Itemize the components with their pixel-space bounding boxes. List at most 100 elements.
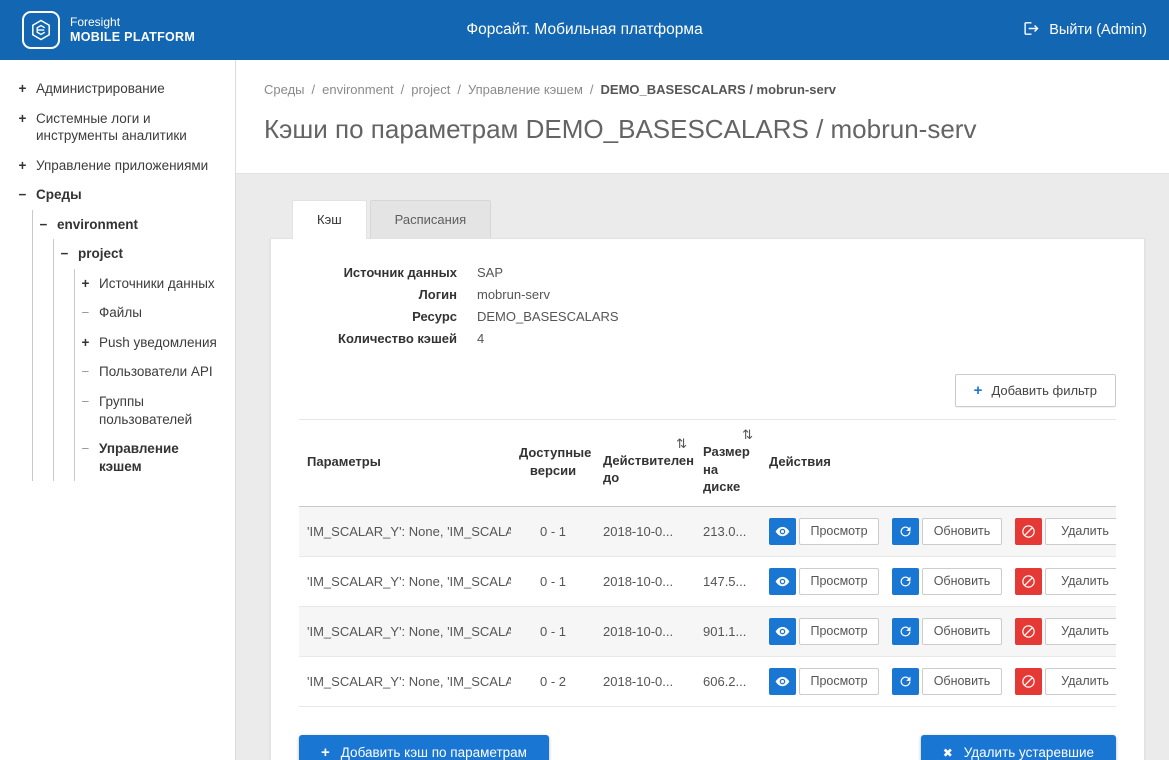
table-row: 'IM_SCALAR_Y': None, 'IM_SCALA... 0 - 2 … (299, 656, 1116, 706)
logo-product: MOBILE PLATFORM (70, 30, 195, 46)
sort-icon[interactable]: ⇅ (703, 428, 753, 441)
sidebar-item-api-users[interactable]: − Пользователи API (75, 357, 229, 387)
cancel-icon (1021, 574, 1036, 589)
refresh-button[interactable]: Обновить (922, 618, 1002, 645)
column-header-disk-size[interactable]: ⇅ Размер на диске (695, 420, 761, 507)
cache-info: Источник данных SAP Логин mobrun-serv Ре… (299, 265, 1116, 346)
content: Кэш Расписания Источник данных SAP Логин… (236, 174, 1169, 760)
delete-icon-button[interactable] (1015, 618, 1042, 645)
breadcrumb-cache-management[interactable]: Управление кэшем (468, 82, 583, 97)
cell-valid-until: 2018-10-0... (595, 656, 695, 706)
refresh-button[interactable]: Обновить (922, 668, 1002, 695)
view-button[interactable]: Просмотр (799, 568, 879, 595)
delete-icon-button[interactable] (1015, 568, 1042, 595)
tree-branch-icon: − (79, 304, 92, 322)
breadcrumb-environments[interactable]: Среды (264, 82, 305, 97)
refresh-button[interactable]: Обновить (922, 568, 1002, 595)
view-icon-button[interactable] (769, 618, 796, 645)
add-cache-button[interactable]: + Добавить кэш по параметрам (299, 735, 549, 760)
refresh-icon (898, 674, 913, 689)
sidebar-item-user-groups[interactable]: − Группы пользователей (75, 387, 229, 434)
cell-size: 147.5... (695, 556, 761, 606)
view-icon-button[interactable] (769, 568, 796, 595)
page-head: Среды / environment / project / Управлен… (236, 60, 1169, 174)
sidebar-item-administration[interactable]: + Администрирование (12, 74, 229, 104)
cell-parameters: 'IM_SCALAR_Y': None, 'IM_SCALA... (299, 506, 511, 556)
sidebar-item-push-notifications[interactable]: + Push уведомления (75, 328, 229, 358)
sidebar-item-cache-management[interactable]: − Управление кэшем (75, 434, 229, 481)
breadcrumb-separator: / (401, 82, 405, 97)
refresh-icon-button[interactable] (892, 568, 919, 595)
view-button[interactable]: Просмотр (799, 618, 879, 645)
sort-icon[interactable]: ⇅ (603, 437, 687, 450)
eye-icon (775, 574, 790, 589)
sidebar-item-environment[interactable]: − environment (33, 210, 229, 240)
sidebar-item-files[interactable]: − Файлы (75, 298, 229, 328)
eye-icon (775, 674, 790, 689)
tabs: Кэш Расписания (292, 200, 1145, 238)
tab-cache[interactable]: Кэш (292, 200, 367, 239)
refresh-button[interactable]: Обновить (922, 518, 1002, 545)
tree-branch-icon: − (79, 440, 92, 458)
sidebar-item-system-logs[interactable]: + Системные логи и инструменты аналитики (12, 104, 229, 151)
foresight-logo-icon (22, 11, 60, 49)
view-icon-button[interactable] (769, 518, 796, 545)
column-header-versions: Доступные версии (511, 420, 595, 507)
cancel-icon (1021, 524, 1036, 539)
cross-icon: ✖ (943, 747, 953, 759)
collapse-minus-icon[interactable]: − (16, 186, 29, 204)
cell-parameters: 'IM_SCALAR_Y': None, 'IM_SCALA... (299, 656, 511, 706)
breadcrumb-separator: / (312, 82, 316, 97)
info-label-datasource: Источник данных (299, 265, 457, 280)
expand-plus-icon[interactable]: + (16, 157, 29, 175)
collapse-minus-icon[interactable]: − (58, 245, 71, 263)
view-icon-button[interactable] (769, 668, 796, 695)
view-button[interactable]: Просмотр (799, 668, 879, 695)
logout-label: Выйти (Admin) (1049, 22, 1147, 38)
cell-versions: 0 - 1 (511, 556, 595, 606)
table-row: 'IM_SCALAR_Y': None, 'IM_SCALA... 0 - 1 … (299, 506, 1116, 556)
cell-valid-until: 2018-10-0... (595, 506, 695, 556)
tab-schedules[interactable]: Расписания (370, 200, 491, 238)
delete-icon-button[interactable] (1015, 518, 1042, 545)
refresh-icon-button[interactable] (892, 618, 919, 645)
info-value-resource: DEMO_BASESCALARS (477, 309, 1116, 324)
logout-icon (1023, 20, 1040, 41)
delete-icon-button[interactable] (1015, 668, 1042, 695)
tree-branch-icon: − (79, 393, 92, 411)
view-button[interactable]: Просмотр (799, 518, 879, 545)
cell-parameters: 'IM_SCALAR_Y': None, 'IM_SCALA... (299, 606, 511, 656)
breadcrumb-separator: / (590, 82, 594, 97)
delete-button[interactable]: Удалить (1045, 518, 1116, 545)
main-area: Среды / environment / project / Управлен… (236, 60, 1169, 760)
cell-valid-until: 2018-10-0... (595, 606, 695, 656)
logout-button[interactable]: Выйти (Admin) (1023, 20, 1147, 41)
expand-plus-icon[interactable]: + (79, 275, 92, 293)
add-filter-button[interactable]: + Добавить фильтр (955, 374, 1116, 407)
breadcrumb-project[interactable]: project (411, 82, 450, 97)
sidebar-item-data-sources[interactable]: + Источники данных (75, 269, 229, 299)
breadcrumb-environment[interactable]: environment (322, 82, 394, 97)
sidebar-item-project[interactable]: − project (54, 239, 229, 269)
delete-button[interactable]: Удалить (1045, 568, 1116, 595)
refresh-icon-button[interactable] (892, 518, 919, 545)
info-label-resource: Ресурс (299, 309, 457, 324)
cell-parameters: 'IM_SCALAR_Y': None, 'IM_SCALA... (299, 556, 511, 606)
cell-actions: Просмотр Обновить Удалить (761, 656, 1116, 706)
breadcrumb: Среды / environment / project / Управлен… (264, 82, 1139, 97)
delete-button[interactable]: Удалить (1045, 618, 1116, 645)
expand-plus-icon[interactable]: + (16, 80, 29, 98)
sidebar-item-environments[interactable]: − Среды (12, 180, 229, 210)
refresh-icon (898, 574, 913, 589)
expand-plus-icon[interactable]: + (16, 110, 29, 128)
cache-card: Источник данных SAP Логин mobrun-serv Ре… (270, 238, 1145, 760)
delete-stale-button[interactable]: ✖ Удалить устаревшие (921, 735, 1116, 760)
collapse-minus-icon[interactable]: − (37, 216, 50, 234)
column-header-valid-until[interactable]: ⇅ Действителен до (595, 420, 695, 507)
expand-plus-icon[interactable]: + (79, 334, 92, 352)
table-row: 'IM_SCALAR_Y': None, 'IM_SCALA... 0 - 1 … (299, 556, 1116, 606)
sidebar: + Администрирование + Системные логи и и… (0, 60, 236, 760)
sidebar-item-app-management[interactable]: + Управление приложениями (12, 151, 229, 181)
delete-button[interactable]: Удалить (1045, 668, 1116, 695)
refresh-icon-button[interactable] (892, 668, 919, 695)
